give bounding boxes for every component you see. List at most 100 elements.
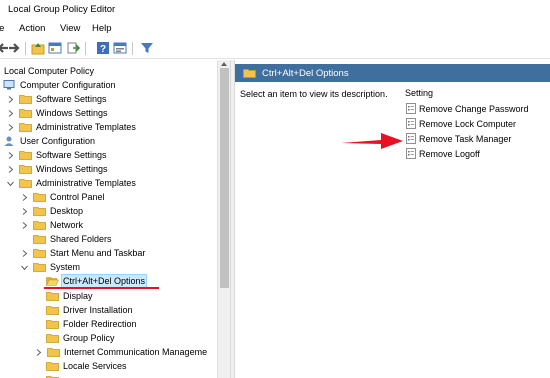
tree-item-label: Internet Communication Manageme xyxy=(64,347,208,357)
tree-item-cc-software-settings[interactable]: Software Settings xyxy=(6,92,108,106)
chevron-right-icon[interactable] xyxy=(20,207,29,216)
show-hide-tree-icon[interactable] xyxy=(48,41,62,55)
column-header-setting[interactable]: Setting xyxy=(405,88,433,98)
tree-item-system[interactable]: System xyxy=(20,260,81,274)
setting-remove-task-manager[interactable]: Remove Task Manager xyxy=(406,132,511,145)
help-icon[interactable]: ? xyxy=(96,41,110,55)
chevron-right-icon[interactable] xyxy=(6,151,15,160)
menu-action[interactable]: Action xyxy=(19,23,45,34)
tree-item-network[interactable]: Network xyxy=(20,218,84,232)
toolbar-separator xyxy=(132,42,133,55)
export-list-icon[interactable] xyxy=(66,41,80,55)
setting-remove-change-password[interactable]: Remove Change Password xyxy=(406,102,529,115)
tree-item-label: Network xyxy=(50,220,84,230)
tree-item-label: Shared Folders xyxy=(50,234,112,244)
tree-item-driver-installation[interactable]: Driver Installation xyxy=(46,303,134,317)
properties-icon[interactable] xyxy=(113,41,127,55)
folder-icon xyxy=(46,361,59,371)
tree-item-label: Driver Installation xyxy=(63,305,133,315)
folder-icon xyxy=(46,291,59,301)
chevron-right-icon[interactable] xyxy=(20,249,29,258)
chevron-right-icon[interactable] xyxy=(6,123,15,132)
tree-item-folder-redirection[interactable]: Folder Redirection xyxy=(46,317,138,331)
user-icon xyxy=(3,136,16,146)
policy-setting-icon xyxy=(406,148,416,159)
folder-icon xyxy=(19,178,32,188)
chevron-right-icon[interactable] xyxy=(20,221,29,230)
tree-item-cc-administrative-templates[interactable]: Administrative Templates xyxy=(6,120,137,134)
tree-item-uc-administrative-templates[interactable]: Administrative Templates xyxy=(6,176,137,190)
annotation-arrow-icon xyxy=(341,130,403,152)
menu-file[interactable]: le xyxy=(0,23,4,34)
tree-item-internet-communication[interactable]: Internet Communication Manageme xyxy=(34,345,208,359)
folder-icon xyxy=(33,206,46,216)
tree-item-shared-folders[interactable]: Shared Folders xyxy=(33,232,113,246)
forward-arrow-icon[interactable] xyxy=(7,41,21,55)
tree-item-local-computer-policy[interactable]: Local Computer Policy xyxy=(3,64,95,78)
folder-icon xyxy=(33,220,46,230)
chevron-down-icon[interactable] xyxy=(20,263,29,272)
folder-icon xyxy=(33,248,46,258)
chevron-right-icon[interactable] xyxy=(34,348,43,357)
folder-icon xyxy=(33,192,46,202)
computer-icon xyxy=(3,80,16,90)
menu-help[interactable]: Help xyxy=(92,23,112,34)
folder-icon xyxy=(33,234,46,244)
tree-item-desktop[interactable]: Desktop xyxy=(20,204,84,218)
menu-view[interactable]: View xyxy=(60,23,80,34)
tree-item-label: Administrative Templates xyxy=(36,122,136,132)
setting-label: Remove Change Password xyxy=(419,103,529,114)
folder-icon xyxy=(19,108,32,118)
details-header-title: Ctrl+Alt+Del Options xyxy=(262,67,349,79)
tree-item-partial[interactable] xyxy=(46,373,62,378)
policy-setting-icon xyxy=(406,118,416,129)
filter-icon[interactable] xyxy=(140,41,154,55)
setting-label: Remove Task Manager xyxy=(419,133,512,144)
tree-item-label: Software Settings xyxy=(36,150,107,160)
folder-icon xyxy=(19,122,32,132)
tree-item-uc-windows-settings[interactable]: Windows Settings xyxy=(6,162,109,176)
tree-item-label: Display xyxy=(63,291,93,301)
tree-item-uc-software-settings[interactable]: Software Settings xyxy=(6,148,108,162)
tree-item-computer-configuration[interactable]: Computer Configuration xyxy=(3,78,117,92)
toolbar-separator xyxy=(25,42,26,55)
tree-item-label: System xyxy=(50,262,81,272)
chevron-right-icon[interactable] xyxy=(6,95,15,104)
tree-pane: Local Computer Policy Computer Configura… xyxy=(0,60,217,378)
open-folder-icon xyxy=(46,276,59,286)
tree-item-label: Locale Services xyxy=(63,361,127,371)
tree-item-label: Control Panel xyxy=(50,192,105,202)
tree-item-label: Administrative Templates xyxy=(36,178,136,188)
chevron-down-icon[interactable] xyxy=(6,179,15,188)
tree-item-label: Group Policy xyxy=(63,333,115,343)
tree-item-label: Ctrl+Alt+Del Options xyxy=(60,274,148,288)
policy-setting-icon xyxy=(406,133,416,144)
setting-label: Remove Lock Computer xyxy=(419,118,517,129)
tree-item-display[interactable]: Display xyxy=(46,289,94,303)
folder-icon xyxy=(46,319,59,329)
toolbar: ? xyxy=(0,38,550,59)
tree-item-group-policy[interactable]: Group Policy xyxy=(46,331,116,345)
tree-item-label: Start Menu and Taskbar xyxy=(50,248,146,258)
title-bar: Local Group Policy Editor xyxy=(0,0,550,18)
setting-remove-logoff[interactable]: Remove Logoff xyxy=(406,147,480,160)
tree-item-control-panel[interactable]: Control Panel xyxy=(20,190,106,204)
policy-setting-icon xyxy=(406,103,416,114)
tree-scrollbar[interactable] xyxy=(217,60,230,378)
tree-item-label: Folder Redirection xyxy=(63,319,137,329)
chevron-right-icon[interactable] xyxy=(6,109,15,118)
tree-item-label: Windows Settings xyxy=(36,108,108,118)
tree-item-start-menu[interactable]: Start Menu and Taskbar xyxy=(20,246,146,260)
toolbar-separator xyxy=(85,42,86,55)
tree-item-ctrl-alt-del-options[interactable]: Ctrl+Alt+Del Options xyxy=(46,274,148,288)
svg-text:?: ? xyxy=(100,44,106,55)
chevron-right-icon[interactable] xyxy=(6,165,15,174)
tree-item-cc-windows-settings[interactable]: Windows Settings xyxy=(6,106,109,120)
setting-remove-lock-computer[interactable]: Remove Lock Computer xyxy=(406,117,516,130)
up-folder-icon[interactable] xyxy=(31,41,45,55)
scroll-up-arrow-icon[interactable] xyxy=(221,62,227,66)
tree-item-user-configuration[interactable]: User Configuration xyxy=(3,134,96,148)
chevron-right-icon[interactable] xyxy=(20,193,29,202)
tree-item-locale-services[interactable]: Locale Services xyxy=(46,359,128,373)
scrollbar-thumb[interactable] xyxy=(220,68,229,288)
